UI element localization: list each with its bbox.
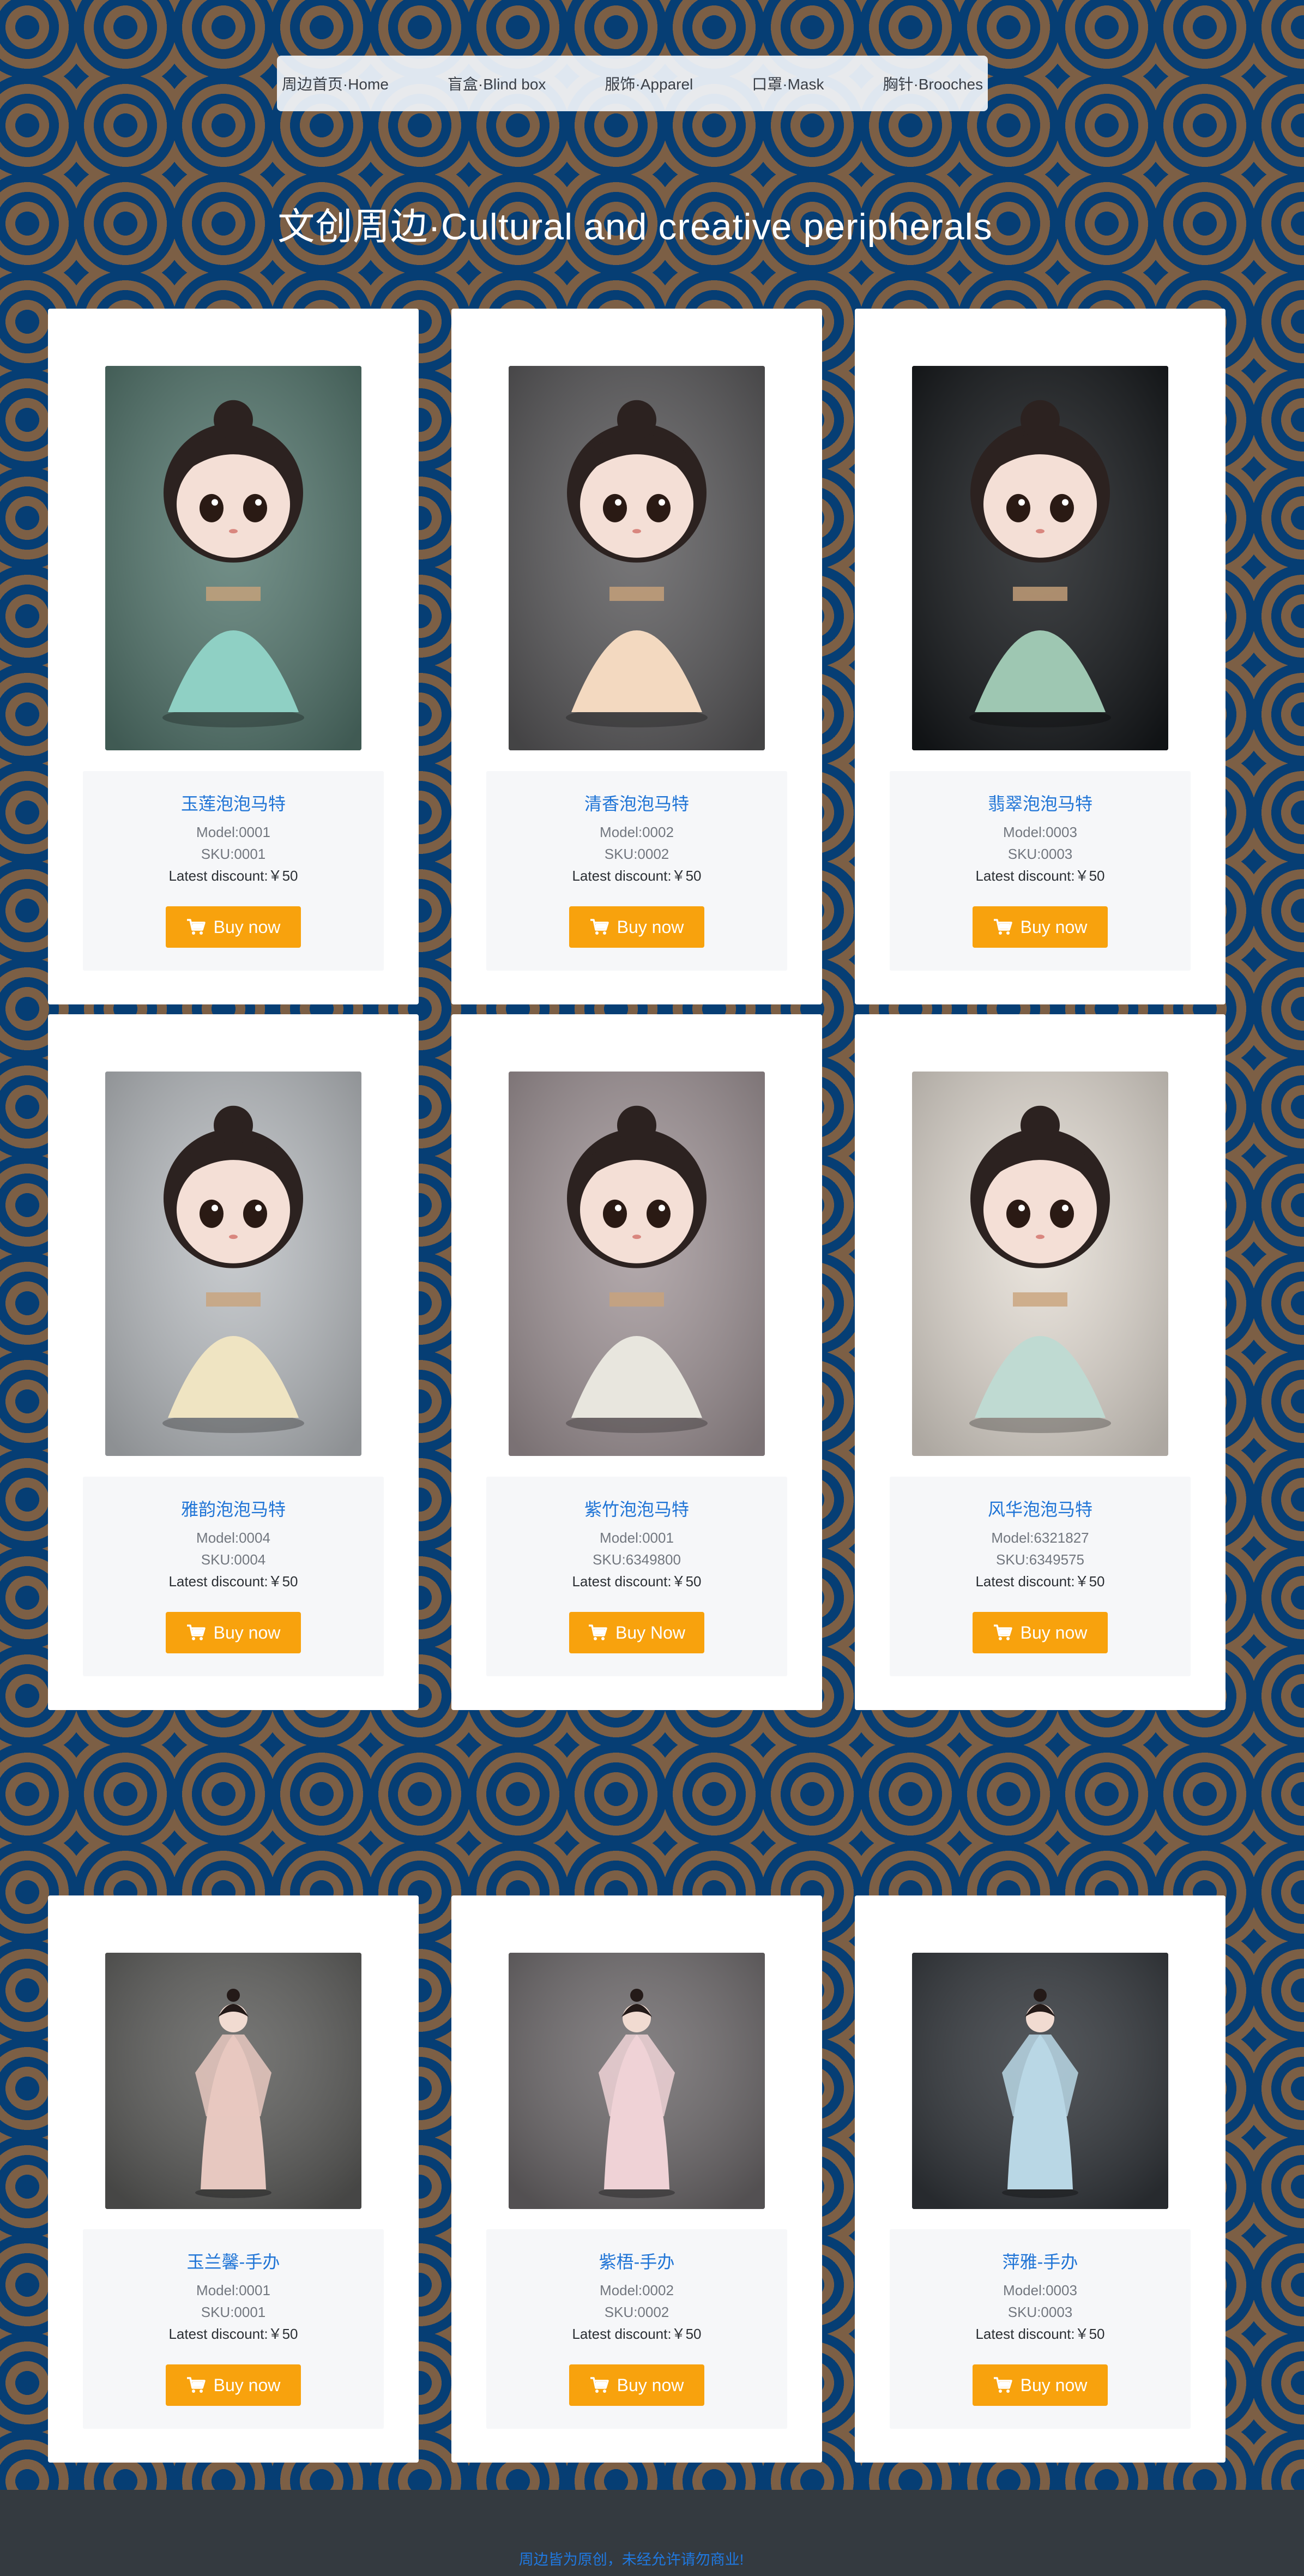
buy-now-label: Buy now	[1020, 917, 1088, 937]
buy-now-button[interactable]: Buy now	[569, 906, 704, 948]
buy-now-label: Buy now	[1020, 2375, 1088, 2395]
product-info-panel: 雅韵泡泡马特 Model:0004 SKU:0004 Latest discou…	[83, 1477, 384, 1676]
product-model: Model:0003	[1003, 2282, 1077, 2298]
nav-brooches-link[interactable]: 胸针·Brooches	[854, 73, 1013, 94]
product-image[interactable]	[509, 1953, 765, 2209]
shopping-cart-icon	[590, 919, 609, 935]
buy-now-button[interactable]: Buy now	[166, 1612, 301, 1653]
shopping-cart-icon	[993, 1624, 1012, 1640]
product-image[interactable]	[912, 1072, 1168, 1456]
buy-now-label: Buy now	[617, 917, 684, 937]
product-model: Model:0001	[196, 2282, 270, 2298]
shopping-cart-icon	[588, 1624, 607, 1640]
product-name[interactable]: 玉莲泡泡马特	[83, 793, 384, 815]
shopping-cart-icon	[186, 919, 206, 935]
product-sku: SKU:0002	[604, 2304, 669, 2320]
nav-home-link[interactable]: 周边首页·Home	[252, 73, 418, 94]
nav-mask-link[interactable]: 口罩·Mask	[722, 73, 853, 94]
shopping-cart-icon	[186, 1624, 206, 1640]
product-sku: SKU:6349575	[996, 1551, 1084, 1568]
product-image[interactable]	[912, 366, 1168, 750]
product-name[interactable]: 翡翠泡泡马特	[890, 793, 1191, 815]
product-info-panel: 玉兰馨-手办 Model:0001 SKU:0001 Latest discou…	[83, 2229, 384, 2429]
product-name[interactable]: 紫竹泡泡马特	[486, 1498, 787, 1520]
product-card: 紫竹泡泡马特 Model:0001 SKU:6349800 Latest dis…	[451, 1014, 822, 1710]
product-info-panel: 紫梧-手办 Model:0002 SKU:0002 Latest discoun…	[486, 2229, 787, 2429]
product-price: Latest discount:￥50	[975, 868, 1105, 884]
footer: 周边皆为原创，未经允许请勿商业!	[0, 2490, 1304, 2576]
product-model: Model:0002	[600, 2282, 674, 2298]
product-card: 翡翠泡泡马特 Model:0003 SKU:0003 Latest discou…	[855, 309, 1225, 1004]
product-image[interactable]	[105, 1072, 361, 1456]
product-model: Model:0001	[196, 824, 270, 840]
buy-now-label: Buy now	[1020, 1622, 1088, 1642]
product-name[interactable]: 玉兰馨-手办	[83, 2251, 384, 2273]
product-sku: SKU:0004	[201, 1551, 266, 1568]
product-sku: SKU:0002	[604, 846, 669, 862]
product-image[interactable]	[509, 1072, 765, 1456]
buy-now-button[interactable]: Buy now	[166, 2364, 301, 2406]
product-info-panel: 玉莲泡泡马特 Model:0001 SKU:0001 Latest discou…	[83, 771, 384, 971]
product-card: 雅韵泡泡马特 Model:0004 SKU:0004 Latest discou…	[48, 1014, 419, 1710]
product-name[interactable]: 清香泡泡马特	[486, 793, 787, 815]
nav-apparel-link[interactable]: 服饰·Apparel	[575, 73, 722, 94]
product-price: Latest discount:￥50	[168, 1573, 298, 1590]
footer-copyright-text: 周边皆为原创，未经允许请勿商业!	[518, 2551, 744, 2568]
product-model: Model:0001	[600, 1530, 674, 1546]
buy-now-label: Buy now	[213, 2375, 281, 2395]
product-name[interactable]: 紫梧-手办	[486, 2251, 787, 2273]
buy-now-button[interactable]: Buy now	[973, 1612, 1108, 1653]
buy-now-button[interactable]: Buy now	[973, 2364, 1108, 2406]
product-name[interactable]: 雅韵泡泡马特	[83, 1498, 384, 1520]
shopping-cart-icon	[993, 919, 1012, 935]
shopping-cart-icon	[590, 2377, 609, 2393]
product-image[interactable]	[105, 366, 361, 750]
buy-now-label: Buy Now	[615, 1622, 686, 1642]
product-image[interactable]	[509, 366, 765, 750]
buy-now-label: Buy now	[213, 1622, 281, 1642]
buy-now-label: Buy now	[617, 2375, 684, 2395]
product-price: Latest discount:￥50	[572, 868, 702, 884]
product-model: Model:0002	[600, 824, 674, 840]
product-info-panel: 风华泡泡马特 Model:6321827 SKU:6349575 Latest …	[890, 1477, 1191, 1676]
product-sku: SKU:0003	[1007, 2304, 1073, 2320]
product-name[interactable]: 萍雅-手办	[890, 2251, 1191, 2273]
product-info-panel: 清香泡泡马特 Model:0002 SKU:0002 Latest discou…	[486, 771, 787, 971]
page-title: 文创周边·Cultural and creative peripherals	[277, 206, 993, 248]
top-nav: 周边首页·Home 盲盒·Blind box 服饰·Apparel 口罩·Mas…	[277, 56, 988, 111]
nav-blind-box-link[interactable]: 盲盒·Blind box	[418, 73, 576, 94]
product-sku: SKU:0003	[1007, 846, 1073, 862]
product-model: Model:0003	[1003, 824, 1077, 840]
product-card: 紫梧-手办 Model:0002 SKU:0002 Latest discoun…	[451, 1895, 822, 2463]
product-sku: SKU:0001	[201, 2304, 266, 2320]
product-card: 清香泡泡马特 Model:0002 SKU:0002 Latest discou…	[451, 309, 822, 1004]
product-sku: SKU:6349800	[593, 1551, 681, 1568]
buy-now-button[interactable]: Buy now	[569, 2364, 704, 2406]
shopping-cart-icon	[993, 2377, 1012, 2393]
product-card: 萍雅-手办 Model:0003 SKU:0003 Latest discoun…	[855, 1895, 1225, 2463]
product-price: Latest discount:￥50	[168, 868, 298, 884]
product-price: Latest discount:￥50	[975, 2326, 1105, 2342]
product-sku: SKU:0001	[201, 846, 266, 862]
buy-now-button[interactable]: Buy now	[973, 906, 1108, 948]
product-info-panel: 翡翠泡泡马特 Model:0003 SKU:0003 Latest discou…	[890, 771, 1191, 971]
buy-now-label: Buy now	[213, 917, 281, 937]
product-info-panel: 萍雅-手办 Model:0003 SKU:0003 Latest discoun…	[890, 2229, 1191, 2429]
product-price: Latest discount:￥50	[975, 1573, 1105, 1590]
product-price: Latest discount:￥50	[572, 2326, 702, 2342]
product-model: Model:6321827	[991, 1530, 1089, 1546]
buy-now-button[interactable]: Buy now	[166, 906, 301, 948]
product-card: 玉莲泡泡马特 Model:0001 SKU:0001 Latest discou…	[48, 309, 419, 1004]
shopping-cart-icon	[186, 2377, 206, 2393]
product-model: Model:0004	[196, 1530, 270, 1546]
buy-now-button[interactable]: Buy Now	[569, 1612, 704, 1653]
product-price: Latest discount:￥50	[572, 1573, 702, 1590]
product-price: Latest discount:￥50	[168, 2326, 298, 2342]
product-image[interactable]	[912, 1953, 1168, 2209]
product-card: 风华泡泡马特 Model:6321827 SKU:6349575 Latest …	[855, 1014, 1225, 1710]
product-info-panel: 紫竹泡泡马特 Model:0001 SKU:6349800 Latest dis…	[486, 1477, 787, 1676]
product-image[interactable]	[105, 1953, 361, 2209]
product-name[interactable]: 风华泡泡马特	[890, 1498, 1191, 1520]
product-card: 玉兰馨-手办 Model:0001 SKU:0001 Latest discou…	[48, 1895, 419, 2463]
